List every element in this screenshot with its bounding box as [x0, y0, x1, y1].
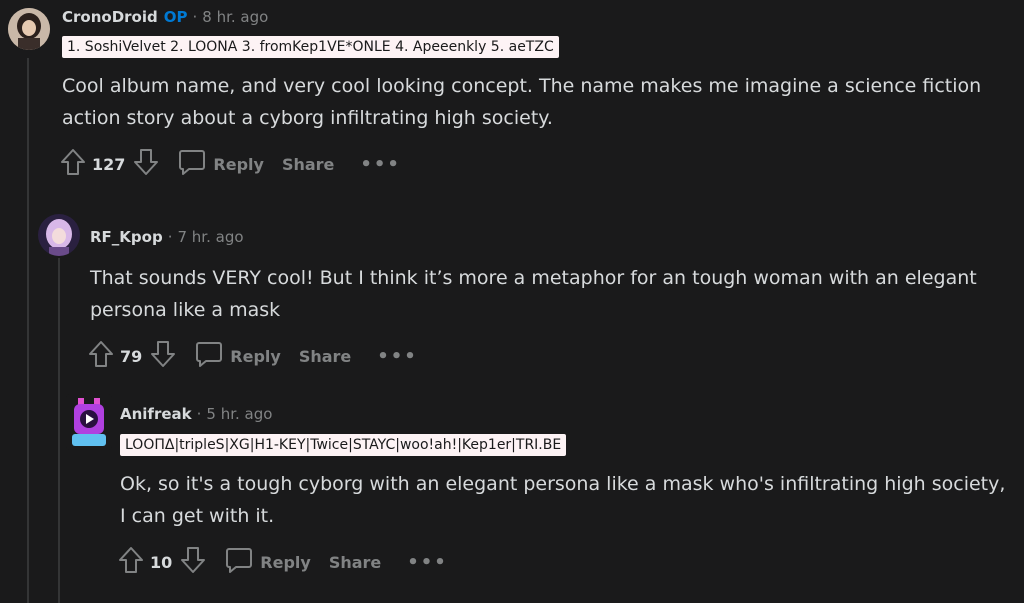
more-options-button[interactable]: •••: [377, 346, 418, 367]
separator: ·: [167, 228, 173, 246]
share-button[interactable]: Share: [329, 553, 381, 572]
share-button[interactable]: Share: [299, 347, 351, 366]
author-name[interactable]: Anifreak: [120, 405, 192, 423]
reply-button[interactable]: Reply: [177, 147, 264, 181]
user-flair: LOOΠΔ|tripleS|XG|H1-KEY|Twice|STAYC|woo!…: [120, 434, 567, 456]
avatar[interactable]: [38, 214, 80, 256]
comment-actions: 127 Reply Share •••: [60, 148, 401, 180]
op-badge: OP: [163, 8, 188, 26]
comment-meta: CronoDroid OP · 8 hr. ago: [62, 6, 268, 28]
thread-line-root[interactable]: [27, 58, 29, 603]
author-name[interactable]: CronoDroid: [62, 8, 158, 26]
upvote-icon[interactable]: [60, 148, 86, 180]
reply-button[interactable]: Reply: [224, 545, 311, 579]
comment-meta: RF_Kpop · 7 hr. ago: [90, 226, 244, 248]
share-label: Share: [328, 552, 382, 572]
reply-label: Reply: [230, 346, 281, 366]
timestamp[interactable]: 5 hr. ago: [206, 405, 272, 423]
downvote-icon[interactable]: [180, 546, 206, 578]
comment-bubble-icon: [194, 339, 224, 373]
comment-meta: Anifreak · 5 hr. ago: [120, 403, 272, 425]
share-label: Share: [298, 346, 352, 366]
comment-actions: 79 Reply Share •••: [88, 340, 418, 372]
timestamp[interactable]: 7 hr. ago: [177, 228, 243, 246]
thread-line-reply[interactable]: [58, 258, 60, 603]
comment-body: That sounds VERY cool! But I think it’s …: [90, 267, 977, 321]
author-name[interactable]: RF_Kpop: [90, 228, 163, 246]
upvote-icon[interactable]: [118, 546, 144, 578]
share-label: Share: [281, 154, 335, 174]
comment-actions: 10 Reply Share •••: [118, 546, 448, 578]
reply-label: Reply: [213, 154, 264, 174]
avatar[interactable]: [8, 8, 50, 50]
downvote-icon[interactable]: [150, 340, 176, 372]
user-flair: 1. SoshiVelvet 2. LOONA 3. fromKep1VE*ON…: [62, 36, 559, 58]
comment-body: Ok, so it's a tough cyborg with an elega…: [120, 473, 1006, 527]
comment-body: Cool album name, and very cool looking c…: [62, 75, 982, 129]
avatar[interactable]: [66, 394, 112, 450]
upvote-icon[interactable]: [88, 340, 114, 372]
comment-bubble-icon: [224, 545, 254, 579]
share-button[interactable]: Share: [282, 155, 334, 174]
reply-label: Reply: [260, 552, 311, 572]
more-options-button[interactable]: •••: [407, 552, 448, 573]
separator: ·: [196, 405, 202, 423]
reply-button[interactable]: Reply: [194, 339, 281, 373]
downvote-icon[interactable]: [133, 148, 159, 180]
vote-count: 127: [92, 154, 126, 174]
more-options-button[interactable]: •••: [360, 154, 401, 175]
comment-bubble-icon: [177, 147, 207, 181]
separator: ·: [192, 8, 198, 26]
vote-count: 79: [120, 346, 143, 366]
timestamp[interactable]: 8 hr. ago: [202, 8, 268, 26]
vote-count: 10: [150, 552, 173, 572]
